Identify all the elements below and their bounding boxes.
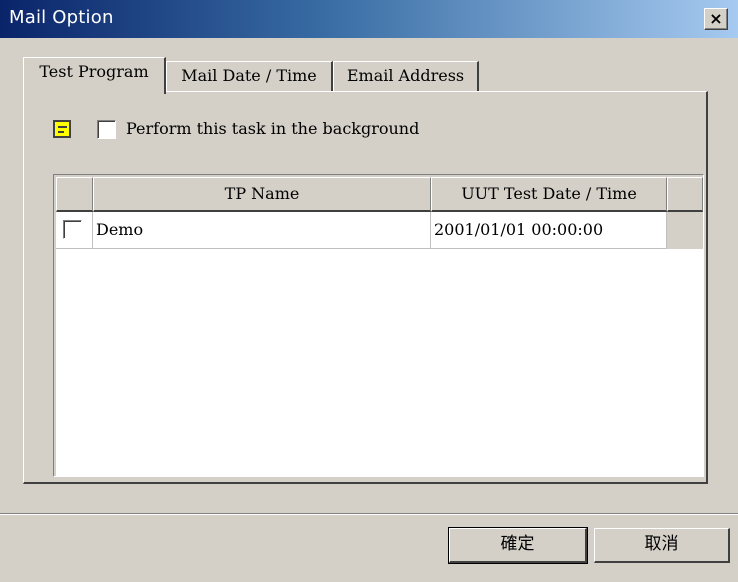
footer-divider (0, 513, 738, 515)
background-task-label: Perform this task in the background (126, 119, 420, 138)
cancel-button[interactable]: 取消 (594, 528, 730, 563)
tab-mail-date-time[interactable]: Mail Date / Time (166, 61, 333, 91)
row-select-checkbox[interactable] (63, 220, 82, 239)
table-header-select (56, 177, 93, 212)
tab-email-address[interactable]: Email Address (333, 61, 479, 91)
tab-test-program[interactable]: Test Program (23, 57, 166, 94)
ok-button[interactable]: 確定 (448, 527, 588, 564)
window-title: Mail Option (9, 7, 114, 28)
table-header-filler (667, 177, 703, 212)
table-empty-area (56, 249, 703, 476)
table-cell-date-time[interactable]: 2001/01/01 00:00:00 (431, 212, 667, 249)
table-header-date-time[interactable]: UUT Test Date / Time (431, 177, 667, 212)
close-icon[interactable]: × (704, 8, 728, 30)
table-header-tp-name[interactable]: TP Name (93, 177, 431, 212)
title-bar[interactable]: Mail Option × (0, 0, 738, 38)
background-task-checkbox[interactable] (97, 120, 116, 139)
note-icon (53, 120, 71, 138)
mail-option-dialog: Mail Option × Test Program Mail Date / T… (0, 0, 738, 582)
table-cell-tp-name[interactable]: Demo (93, 212, 431, 249)
table-row-checkbox-cell (56, 212, 93, 249)
test-program-table: TP Name UUT Test Date / Time Demo 2001/0… (53, 174, 704, 477)
